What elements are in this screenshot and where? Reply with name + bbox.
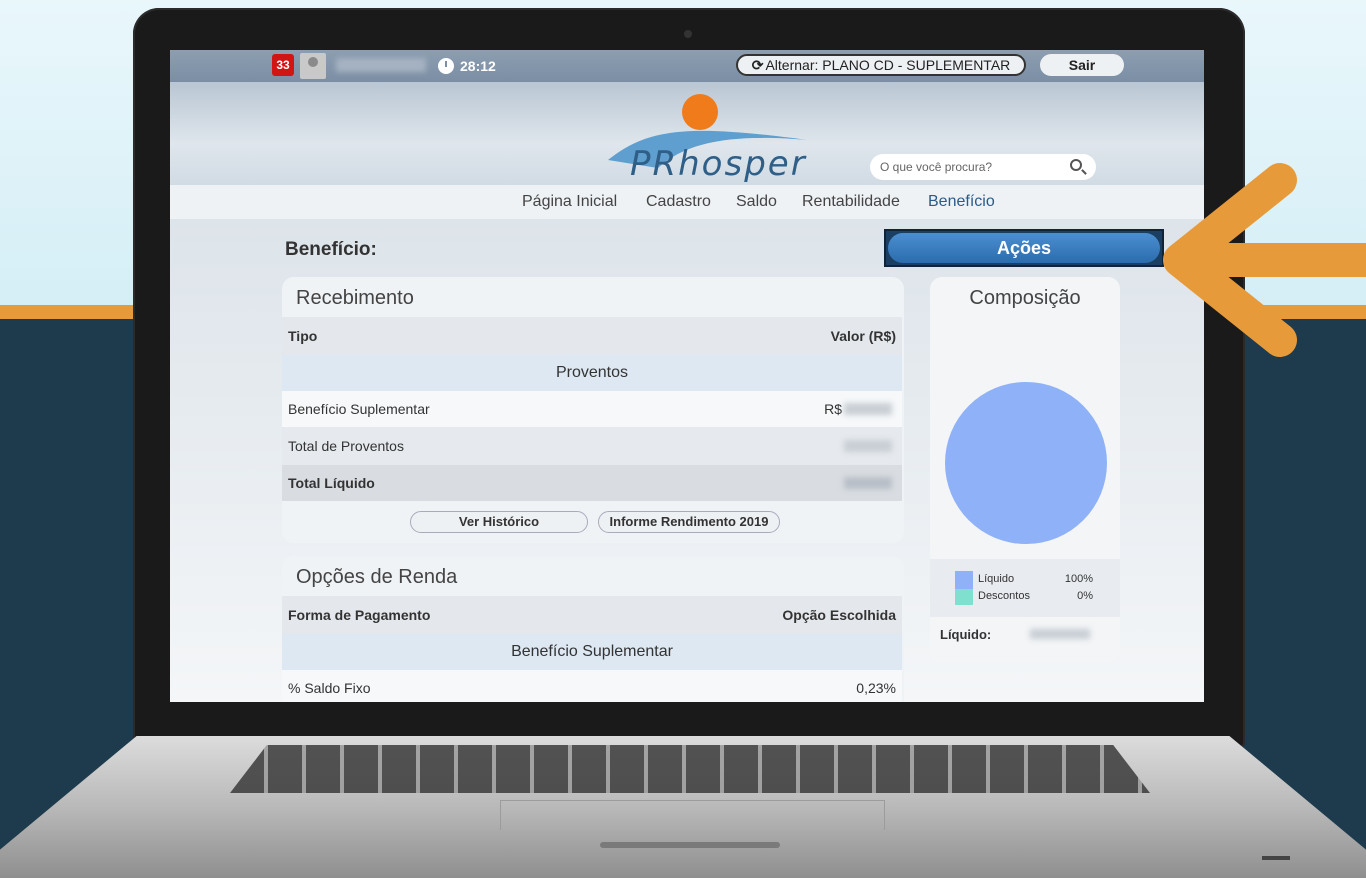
- header: PRhosper O que você procura?: [170, 82, 1204, 185]
- blurred-value: [844, 440, 892, 452]
- laptop-notch: [600, 842, 780, 848]
- history-button[interactable]: Ver Histórico: [410, 511, 588, 533]
- table-row: Total Líquido: [282, 465, 902, 501]
- liquido-label: Líquido:: [940, 627, 992, 642]
- table-row: Total de Proventos: [282, 427, 902, 465]
- nav-item-beneficio[interactable]: Benefício: [928, 193, 995, 211]
- row-label: Benefício Suplementar: [288, 401, 430, 417]
- opcoes-title: Opções de Renda: [296, 566, 458, 588]
- logo-text: PRhosper: [630, 144, 807, 184]
- actions-label: Ações: [888, 233, 1160, 263]
- nav-item-home[interactable]: Página Inicial: [522, 193, 617, 211]
- search-icon[interactable]: [1070, 159, 1082, 171]
- search-input[interactable]: O que você procura?: [870, 154, 1096, 180]
- legend-value: 0%: [1077, 590, 1093, 602]
- legend-swatch-descontos: [955, 589, 973, 605]
- pie-slice-liquido: [945, 382, 1107, 544]
- search-placeholder: O que você procura?: [880, 160, 993, 174]
- report-button[interactable]: Informe Rendimento 2019: [598, 511, 780, 533]
- col-form: Forma de Pagamento: [288, 607, 431, 623]
- table-row: Benefício Suplementar R$: [282, 391, 902, 427]
- logo[interactable]: PRhosper: [588, 88, 818, 184]
- table-row: % Saldo Fixo 0,23%: [282, 670, 902, 702]
- section-label: Proventos: [555, 364, 629, 381]
- avatar[interactable]: [300, 53, 326, 79]
- col-type: Tipo: [288, 328, 318, 344]
- recebimento-title: Recebimento: [296, 287, 414, 309]
- row-label: Total Líquido: [288, 475, 375, 491]
- laptop-led: [1262, 856, 1290, 860]
- notification-badge[interactable]: 33: [272, 54, 294, 76]
- row-label: % Saldo Fixo: [288, 680, 371, 696]
- laptop-keyboard: [230, 745, 1150, 793]
- section-proventos: Proventos: [282, 355, 902, 391]
- legend-value: 100%: [1064, 573, 1093, 585]
- col-choice: Opção Escolhida: [782, 607, 896, 623]
- switch-plan-button[interactable]: ⟳ Alternar: PLANO CD - SUPLEMENTAR: [736, 54, 1026, 76]
- exit-button[interactable]: Sair: [1040, 54, 1124, 76]
- legend-label: Descontos: [978, 590, 1030, 602]
- session-timer: 28:12: [460, 58, 496, 74]
- refresh-icon: ⟳: [751, 57, 764, 73]
- table-header: Forma de Pagamento Opção Escolhida: [282, 596, 902, 634]
- recebimento-card: Recebimento Tipo Valor (R$) Proventos Be…: [282, 277, 904, 543]
- col-value: Valor (R$): [830, 328, 896, 344]
- nav-item-cadastro[interactable]: Cadastro: [646, 193, 711, 211]
- actions-button[interactable]: Ações: [884, 229, 1164, 267]
- section-beneficio: Benefício Suplementar: [282, 634, 902, 670]
- section-label: Benefício Suplementar: [511, 643, 673, 660]
- row-value: R$: [824, 401, 842, 417]
- blurred-value: [844, 477, 892, 489]
- opcoes-card: Opções de Renda Forma de Pagamento Opção…: [282, 556, 904, 702]
- legend-swatch-liquido: [955, 571, 973, 589]
- clock-icon: [438, 58, 454, 74]
- main-content: Benefício: Ações Recebimento Tipo Valor …: [170, 219, 1204, 702]
- nav-item-rentabilidade[interactable]: Rentabilidade: [802, 193, 900, 211]
- blurred-value: [1030, 629, 1090, 639]
- page-title: Benefício:: [285, 239, 377, 260]
- top-bar: 33 28:12 ⟳ Alternar: PLANO CD - SUPLEMENT…: [170, 50, 1204, 82]
- laptop-camera: [684, 30, 692, 38]
- pointer-arrow-icon: [1163, 163, 1366, 357]
- laptop-trackpad: [500, 800, 885, 830]
- user-name-blurred: [336, 58, 426, 72]
- row-label: Total de Proventos: [288, 438, 404, 454]
- legend-label: Líquido: [978, 573, 1015, 585]
- chart-legend: Líquido 100% Descontos 0%: [930, 559, 1120, 617]
- nav-item-saldo[interactable]: Saldo: [736, 193, 777, 211]
- row-value: 0,23%: [856, 680, 896, 696]
- laptop-screen: 33 28:12 ⟳ Alternar: PLANO CD - SUPLEMENT…: [170, 50, 1204, 702]
- composicao-card: Composição Líquido 100% Descontos 0% Líq…: [930, 277, 1120, 662]
- composicao-title: Composição: [969, 287, 1081, 309]
- blurred-value: [844, 403, 892, 415]
- table-header: Tipo Valor (R$): [282, 317, 902, 355]
- main-nav: Página Inicial Cadastro Saldo Rentabilid…: [170, 185, 1204, 219]
- switch-plan-label: Alternar: PLANO CD - SUPLEMENTAR: [765, 57, 1011, 73]
